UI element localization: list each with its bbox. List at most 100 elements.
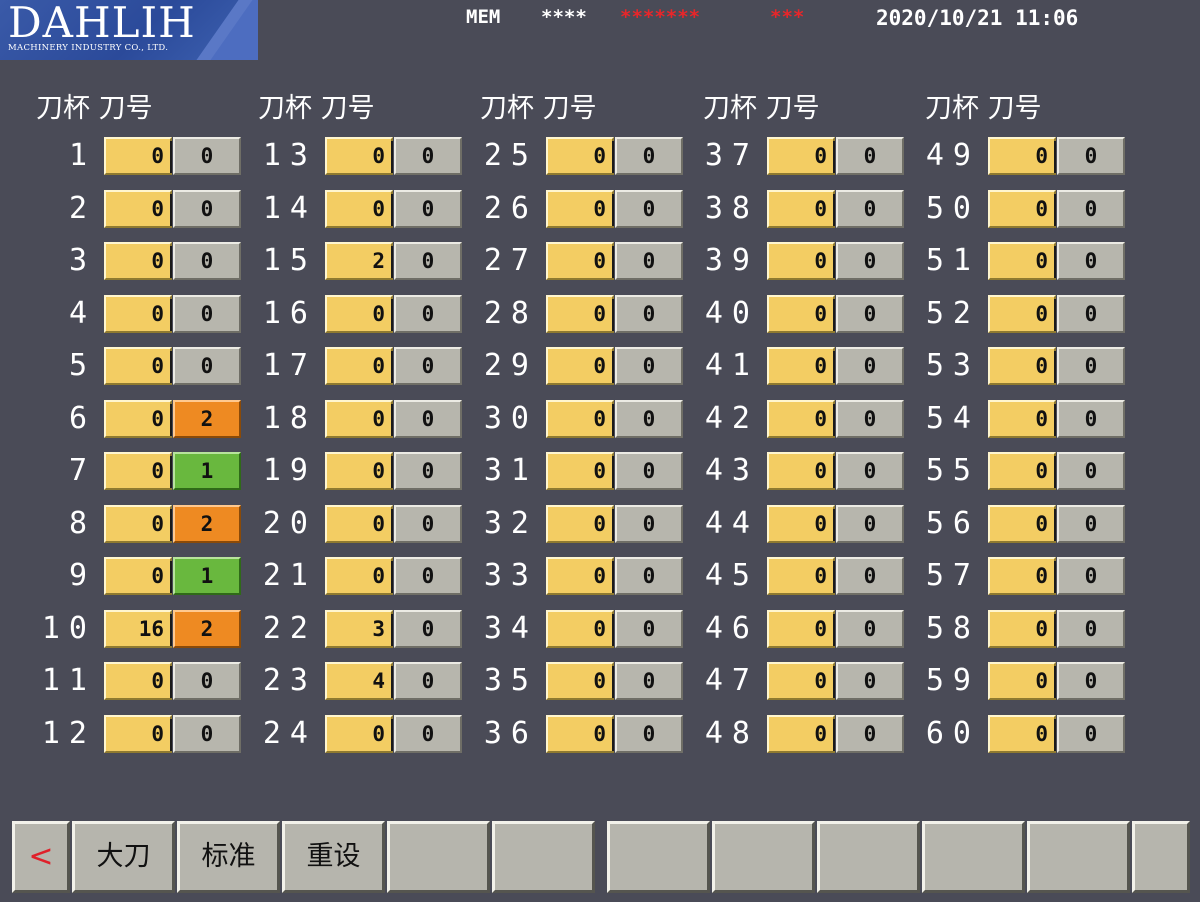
tool-number-field[interactable]: 0: [988, 452, 1056, 490]
tool-code-field[interactable]: 0: [836, 505, 904, 543]
tool-number-field[interactable]: 0: [767, 610, 835, 648]
tool-code-field[interactable]: 0: [394, 662, 462, 700]
tool-number-field[interactable]: 0: [546, 715, 614, 753]
tool-code-field[interactable]: 0: [394, 347, 462, 385]
tool-code-field[interactable]: 0: [615, 610, 683, 648]
tool-code-field[interactable]: 0: [394, 242, 462, 280]
tool-number-field[interactable]: 0: [104, 557, 172, 595]
tool-code-field[interactable]: 0: [173, 662, 241, 700]
tool-number-field[interactable]: 0: [546, 662, 614, 700]
tool-code-field[interactable]: 0: [615, 452, 683, 490]
tool-number-field[interactable]: 0: [767, 715, 835, 753]
tool-number-field[interactable]: 0: [988, 505, 1056, 543]
tool-number-field[interactable]: 0: [767, 295, 835, 333]
tool-code-field[interactable]: 0: [173, 242, 241, 280]
softkey-11[interactable]: [1027, 821, 1130, 893]
tool-code-field[interactable]: 0: [173, 347, 241, 385]
tool-code-field[interactable]: 0: [1057, 662, 1125, 700]
tool-code-field[interactable]: 0: [836, 557, 904, 595]
tool-code-field[interactable]: 0: [615, 347, 683, 385]
tool-code-field[interactable]: 0: [394, 137, 462, 175]
tool-number-field[interactable]: 0: [104, 242, 172, 280]
big-tool-softkey[interactable]: 大刀: [72, 821, 175, 893]
tool-code-field[interactable]: 0: [615, 505, 683, 543]
tool-code-field[interactable]: 0: [394, 400, 462, 438]
tool-number-field[interactable]: 3: [325, 610, 393, 648]
tool-code-field[interactable]: 0: [1057, 347, 1125, 385]
tool-number-field[interactable]: 0: [767, 505, 835, 543]
softkey-5[interactable]: [387, 821, 490, 893]
reset-softkey[interactable]: 重设: [282, 821, 385, 893]
tool-number-field[interactable]: 0: [325, 505, 393, 543]
tool-code-field[interactable]: 0: [615, 715, 683, 753]
tool-number-field[interactable]: 0: [988, 347, 1056, 385]
tool-number-field[interactable]: 0: [988, 295, 1056, 333]
tool-number-field[interactable]: 0: [104, 715, 172, 753]
tool-code-field[interactable]: 0: [1057, 715, 1125, 753]
tool-number-field[interactable]: 0: [988, 715, 1056, 753]
tool-number-field[interactable]: 0: [546, 295, 614, 333]
tool-number-field[interactable]: 0: [325, 347, 393, 385]
tool-code-field[interactable]: 0: [836, 190, 904, 228]
tool-code-field[interactable]: 0: [836, 715, 904, 753]
tool-code-field[interactable]: 0: [836, 610, 904, 648]
tool-number-field[interactable]: 0: [988, 662, 1056, 700]
tool-number-field[interactable]: 4: [325, 662, 393, 700]
tool-code-field[interactable]: 0: [836, 347, 904, 385]
tool-code-field[interactable]: 0: [394, 715, 462, 753]
tool-number-field[interactable]: 0: [325, 137, 393, 175]
tool-number-field[interactable]: 0: [988, 137, 1056, 175]
tool-code-field[interactable]: 0: [173, 715, 241, 753]
softkey-7[interactable]: [607, 821, 710, 893]
tool-number-field[interactable]: 0: [988, 242, 1056, 280]
tool-number-field[interactable]: 0: [104, 190, 172, 228]
softkey-8[interactable]: [712, 821, 815, 893]
tool-code-field[interactable]: 0: [1057, 505, 1125, 543]
tool-number-field[interactable]: 0: [104, 137, 172, 175]
tool-code-field[interactable]: 0: [615, 662, 683, 700]
tool-code-field[interactable]: 0: [836, 452, 904, 490]
tool-number-field[interactable]: 0: [546, 452, 614, 490]
softkey-10[interactable]: [922, 821, 1025, 893]
tool-code-field[interactable]: 0: [1057, 557, 1125, 595]
tool-number-field[interactable]: 0: [325, 715, 393, 753]
tool-number-field[interactable]: 16: [104, 610, 172, 648]
tool-code-field[interactable]: 0: [1057, 295, 1125, 333]
tool-code-field[interactable]: 2: [173, 505, 241, 543]
tool-number-field[interactable]: 0: [767, 400, 835, 438]
tool-code-field[interactable]: 0: [1057, 190, 1125, 228]
tool-code-field[interactable]: 0: [173, 295, 241, 333]
tool-code-field[interactable]: 0: [394, 295, 462, 333]
tool-number-field[interactable]: 0: [104, 295, 172, 333]
tool-number-field[interactable]: 0: [767, 662, 835, 700]
tool-number-field[interactable]: 0: [325, 400, 393, 438]
tool-number-field[interactable]: 0: [325, 190, 393, 228]
softkey-9[interactable]: [817, 821, 920, 893]
tool-number-field[interactable]: 0: [546, 557, 614, 595]
tool-number-field[interactable]: 0: [546, 400, 614, 438]
softkey-6[interactable]: [492, 821, 595, 893]
tool-code-field[interactable]: 1: [173, 452, 241, 490]
tool-number-field[interactable]: 0: [767, 452, 835, 490]
tool-number-field[interactable]: 0: [767, 190, 835, 228]
tool-code-field[interactable]: 0: [394, 610, 462, 648]
tool-code-field[interactable]: 2: [173, 400, 241, 438]
tool-number-field[interactable]: 0: [325, 295, 393, 333]
tool-code-field[interactable]: 0: [1057, 137, 1125, 175]
tool-number-field[interactable]: 0: [988, 190, 1056, 228]
standard-softkey[interactable]: 标准: [177, 821, 280, 893]
tool-number-field[interactable]: 0: [767, 557, 835, 595]
tool-number-field[interactable]: 0: [325, 452, 393, 490]
tool-code-field[interactable]: 0: [394, 452, 462, 490]
tool-code-field[interactable]: 1: [173, 557, 241, 595]
tool-number-field[interactable]: 0: [104, 347, 172, 385]
tool-number-field[interactable]: 0: [546, 137, 614, 175]
tool-code-field[interactable]: 0: [615, 557, 683, 595]
tool-code-field[interactable]: 0: [1057, 452, 1125, 490]
tool-number-field[interactable]: 0: [767, 137, 835, 175]
tool-code-field[interactable]: 0: [394, 190, 462, 228]
tool-code-field[interactable]: 0: [394, 505, 462, 543]
tool-code-field[interactable]: 0: [1057, 242, 1125, 280]
tool-code-field[interactable]: 0: [394, 557, 462, 595]
tool-number-field[interactable]: 0: [104, 662, 172, 700]
